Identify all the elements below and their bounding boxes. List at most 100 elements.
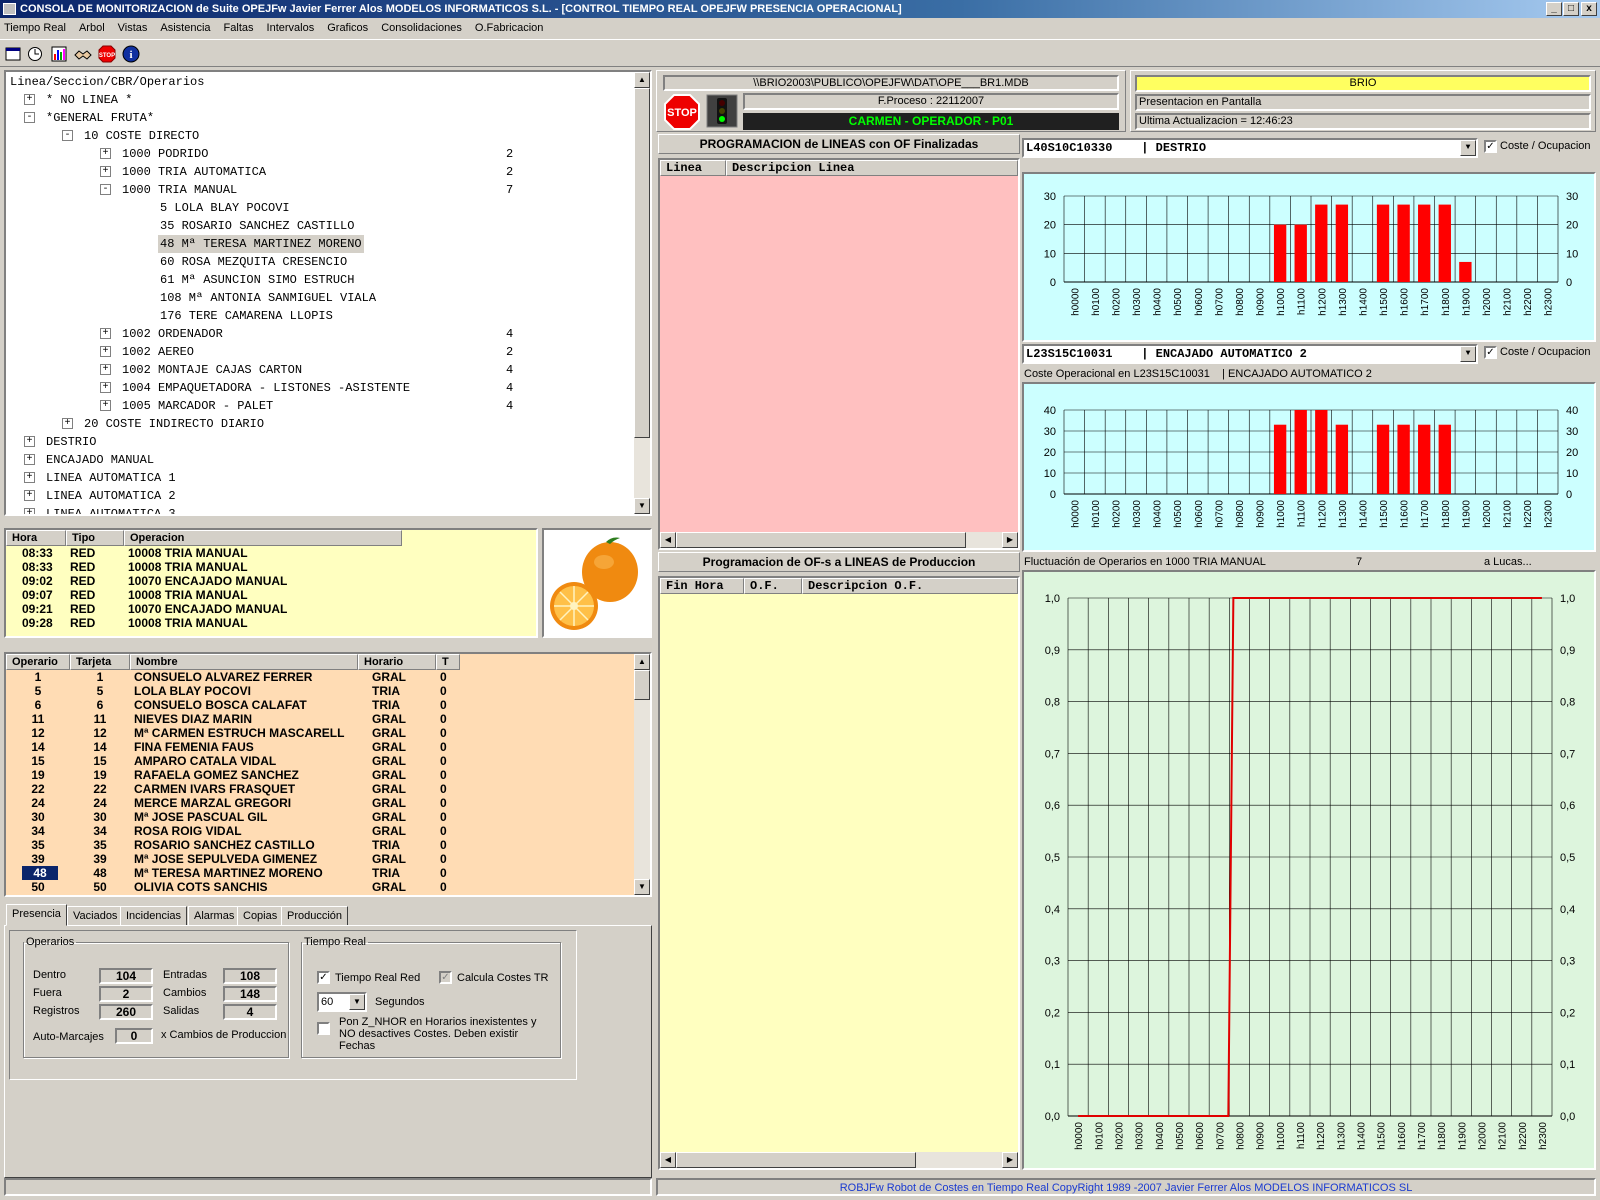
expand-icon[interactable]: + — [24, 454, 35, 465]
expand-icon[interactable]: + — [100, 364, 111, 375]
tree-node[interactable]: 1000 TRIA MANUAL — [122, 181, 237, 199]
calcula-costes-checkbox[interactable]: ✓ — [439, 971, 452, 984]
segundos-select[interactable]: 60 ▼ — [317, 992, 367, 1012]
expand-icon[interactable]: + — [24, 508, 35, 514]
tree-view[interactable]: Linea/Seccion/CBR/Operarios + * NO LINEA … — [4, 70, 652, 516]
tree-scroll-down[interactable]: ▼ — [634, 498, 650, 514]
employee-row[interactable]: 19 19 RAFAELA GOMEZ SANCHEZ GRAL 0 — [6, 768, 634, 782]
of-scroll-right[interactable]: ▶ — [1002, 1152, 1018, 1168]
lineas-scroll-left[interactable]: ◀ — [660, 532, 676, 548]
expand-icon[interactable]: + — [100, 148, 111, 159]
tree-node[interactable]: 60 ROSA MEZQUITA CRESENCIO — [160, 253, 347, 271]
tree-node[interactable]: DESTRIO — [46, 433, 96, 451]
tree-scrollbar[interactable]: ▲ ▼ — [634, 72, 650, 514]
tab-copias[interactable]: Copias — [237, 906, 284, 926]
tab-incidencias[interactable]: Incidencias — [120, 906, 188, 926]
employee-row[interactable]: 24 24 MERCE MARZAL GREGORI GRAL 0 — [6, 796, 634, 810]
tab-alarmas[interactable]: Alarmas — [188, 906, 241, 926]
employee-row[interactable]: 34 34 ROSA ROIG VIDAL GRAL 0 — [6, 824, 634, 838]
tree-node[interactable]: 48 Mª TERESA MARTINEZ MORENO — [158, 235, 364, 253]
lineas-scroll-right[interactable]: ▶ — [1002, 532, 1018, 548]
tree-node[interactable]: * NO LINEA * — [46, 91, 132, 109]
oplog-col-tipo[interactable]: Tipo — [66, 530, 124, 546]
oplog-row[interactable]: 08:33 RED 10008 TRIA MANUAL — [6, 546, 536, 560]
expand-icon[interactable]: + — [24, 490, 35, 501]
employee-row[interactable]: 35 35 ROSARIO SANCHEZ CASTILLO TRIA 0 — [6, 838, 634, 852]
tree-scroll-up[interactable]: ▲ — [634, 72, 650, 88]
tree-node[interactable]: 1002 MONTAJE CAJAS CARTON — [122, 361, 302, 379]
chart1-dropdown-icon[interactable]: ▼ — [1460, 140, 1476, 156]
expand-icon[interactable]: + — [24, 436, 35, 447]
ponz-checkbox[interactable] — [317, 1022, 330, 1035]
lineas-scroll-thumb[interactable] — [676, 532, 966, 548]
tree-node[interactable]: LINEA AUTOMATICA 3 — [46, 505, 176, 514]
employee-scrollbar[interactable]: ▲ ▼ — [634, 654, 650, 895]
tree-node[interactable]: 35 ROSARIO SANCHEZ CASTILLO — [160, 217, 354, 235]
stop-button[interactable]: STOP — [663, 93, 701, 131]
expand-icon[interactable]: + — [62, 418, 73, 429]
lineas-table[interactable]: Linea Descripcion Linea ◀ ▶ — [658, 158, 1020, 550]
emp-col-t[interactable]: T — [436, 654, 460, 670]
tree-node[interactable]: ENCAJADO MANUAL — [46, 451, 154, 469]
employee-row[interactable]: 12 12 Mª CARMEN ESTRUCH MASCARELL GRAL 0 — [6, 726, 634, 740]
tree-node[interactable]: 1005 MARCADOR - PALET — [122, 397, 273, 415]
menu-intervalos[interactable]: Intervalos — [267, 22, 315, 34]
expand-icon[interactable]: + — [100, 400, 111, 411]
emp-col-nombre[interactable]: Nombre — [130, 654, 358, 670]
of-hscroll[interactable]: ◀ ▶ — [660, 1152, 1018, 1168]
oplog-row[interactable]: 08:33 RED 10008 TRIA MANUAL — [6, 560, 536, 574]
tab-produccion[interactable]: Producción — [281, 906, 349, 926]
clock-icon[interactable] — [24, 43, 46, 65]
employee-row[interactable]: 48 48 Mª TERESA MARTINEZ MORENO TRIA 0 — [6, 866, 634, 880]
expand-icon[interactable]: + — [100, 346, 111, 357]
window-icon[interactable] — [2, 43, 24, 65]
menu-graficos[interactable]: Graficos — [327, 22, 368, 34]
tree-node[interactable]: LINEA AUTOMATICA 2 — [46, 487, 176, 505]
tree-node[interactable]: 108 Mª ANTONIA SANMIGUEL VIALA — [160, 289, 376, 307]
menu-ofabricacion[interactable]: O.Fabricacion — [475, 22, 543, 34]
chart1-line-select[interactable]: L40S10C10330 | DESTRIO ▼ — [1022, 138, 1478, 158]
emp-col-tarjeta[interactable]: Tarjeta — [70, 654, 130, 670]
of-scroll-left[interactable]: ◀ — [660, 1152, 676, 1168]
employee-row[interactable]: 14 14 FINA FEMENIA FAUS GRAL 0 — [6, 740, 634, 754]
restore-button[interactable]: □ — [1563, 2, 1579, 16]
menu-vistas[interactable]: Vistas — [118, 22, 148, 34]
employee-row[interactable]: 50 50 OLIVIA COTS SANCHIS GRAL 0 — [6, 880, 634, 894]
chart1-coste-checkbox[interactable]: ✓ — [1484, 140, 1497, 153]
tiempo-real-red-checkbox[interactable]: ✓ — [317, 971, 330, 984]
tree-node[interactable]: 1000 TRIA AUTOMATICA — [122, 163, 266, 181]
lineas-col-descripcion[interactable]: Descripcion Linea — [726, 160, 1018, 176]
chart2-dropdown-icon[interactable]: ▼ — [1460, 346, 1476, 362]
oplog-row[interactable]: 09:28 RED 10008 TRIA MANUAL — [6, 616, 536, 630]
segundos-dropdown-icon[interactable]: ▼ — [349, 994, 365, 1010]
handshake-icon[interactable] — [72, 43, 94, 65]
collapse-icon[interactable]: - — [100, 184, 111, 195]
expand-icon[interactable]: + — [100, 382, 111, 393]
lineas-hscroll[interactable]: ◀ ▶ — [660, 532, 1018, 548]
menu-faltas[interactable]: Faltas — [224, 22, 254, 34]
employee-row[interactable]: 22 22 CARMEN IVARS FRASQUET GRAL 0 — [6, 782, 634, 796]
tree-node[interactable]: 61 Mª ASUNCION SIMO ESTRUCH — [160, 271, 354, 289]
oplog-row[interactable]: 09:07 RED 10008 TRIA MANUAL — [6, 588, 536, 602]
tree-node[interactable]: 5 LOLA BLAY POCOVI — [160, 199, 290, 217]
tree-node[interactable]: LINEA AUTOMATICA 1 — [46, 469, 176, 487]
minimize-button[interactable]: _ — [1546, 2, 1562, 16]
tree-scroll-thumb[interactable] — [634, 88, 650, 438]
tree-node[interactable]: *GENERAL FRUTA* — [46, 109, 154, 127]
menu-asistencia[interactable]: Asistencia — [160, 22, 210, 34]
expand-icon[interactable]: + — [100, 328, 111, 339]
tree-node[interactable]: 176 TERE CAMARENA LLOPIS — [160, 307, 333, 325]
tab-vaciados[interactable]: Vaciados — [67, 906, 124, 926]
expand-icon[interactable]: + — [24, 94, 35, 105]
tree-node[interactable]: 20 COSTE INDIRECTO DIARIO — [84, 415, 264, 433]
of-col-of[interactable]: O.F. — [744, 578, 802, 594]
of-scroll-thumb[interactable] — [676, 1152, 916, 1168]
emp-scroll-up[interactable]: ▲ — [634, 654, 650, 670]
stop-icon[interactable]: STOP — [96, 43, 118, 65]
employee-row[interactable]: 39 39 Mª JOSE SEPULVEDA GIMENEZ GRAL 0 — [6, 852, 634, 866]
tree-node[interactable]: 1004 EMPAQUETADORA - LISTONES -ASISTENTE — [122, 379, 410, 397]
employee-row[interactable]: 6 6 CONSUELO BOSCA CALAFAT TRIA 0 — [6, 698, 634, 712]
bar-chart-icon[interactable] — [48, 43, 70, 65]
oplog-row[interactable]: 09:21 RED 10070 ENCAJADO MANUAL — [6, 602, 536, 616]
oplog-col-hora[interactable]: Hora — [6, 530, 66, 546]
